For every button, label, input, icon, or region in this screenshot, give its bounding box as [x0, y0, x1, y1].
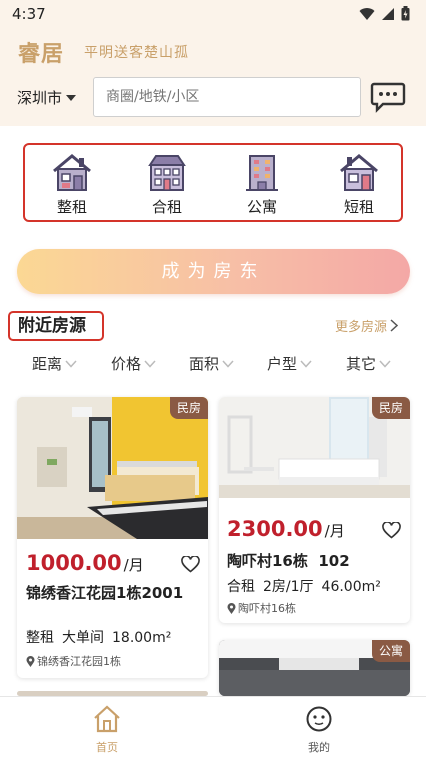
- message-button[interactable]: [370, 81, 406, 113]
- filter-price[interactable]: 价格: [111, 353, 156, 374]
- favorite-heart-icon[interactable]: [181, 556, 200, 573]
- location-pin-icon: [227, 602, 236, 614]
- tab-home[interactable]: 首页: [77, 705, 137, 755]
- header-area: 4:37 睿居 平明送客楚山孤 深圳市: [0, 0, 426, 126]
- rent-type: 合租: [227, 579, 255, 595]
- house-icon: [53, 154, 91, 191]
- filter-label: 面积: [189, 355, 220, 373]
- category-whole-rent[interactable]: 整租: [42, 153, 102, 219]
- price-unit: /月: [324, 522, 345, 540]
- dropdown-arrow-icon: [66, 94, 77, 101]
- chevron-down-icon: [65, 359, 77, 368]
- status-icons: [359, 6, 410, 21]
- filter-label: 距离: [32, 355, 63, 373]
- cellular-signal-icon: [382, 7, 394, 20]
- wifi-icon: [359, 7, 375, 20]
- category-label: 短租: [343, 198, 374, 216]
- listing-photo: 民房: [17, 397, 208, 539]
- category-label: 合租: [151, 198, 182, 216]
- listing-price: 1000.00/月: [26, 551, 144, 575]
- location-text: 锦绣香江花园1栋: [37, 655, 121, 668]
- app-slogan: 平明送客楚山孤: [84, 45, 189, 61]
- listing-location: 锦绣香江花园1栋: [26, 653, 121, 669]
- filter-label: 户型: [267, 355, 298, 373]
- listing-type-tag: 公寓: [371, 640, 410, 662]
- filter-bar: 距离 价格 面积 户型 其它: [0, 350, 426, 376]
- profile-face-icon: [306, 706, 332, 732]
- filter-label: 价格: [111, 355, 142, 373]
- favorite-heart-icon[interactable]: [382, 522, 401, 539]
- rent-type: 整租: [26, 630, 54, 646]
- chat-bubble-icon: [370, 82, 406, 113]
- tab-profile[interactable]: 我的: [289, 705, 349, 755]
- chevron-down-icon: [144, 359, 156, 368]
- filter-area[interactable]: 面积: [189, 353, 234, 374]
- city-selector[interactable]: 深圳市: [17, 87, 77, 108]
- location-pin-icon: [26, 655, 35, 667]
- apartment-icon: [246, 155, 278, 191]
- tab-label: 我的: [308, 741, 330, 754]
- status-time: 4:37: [12, 5, 46, 23]
- listing-photo: 民房: [219, 397, 410, 498]
- room-layout: 2房/1厅: [263, 579, 314, 595]
- more-listings-link[interactable]: 更多房源: [335, 316, 399, 335]
- home-icon: [94, 705, 120, 733]
- chevron-down-icon: [379, 359, 391, 368]
- city-label: 深圳市: [17, 89, 63, 107]
- category-label: 公寓: [246, 198, 277, 216]
- chevron-down-icon: [222, 359, 234, 368]
- chevron-right-icon: [390, 319, 399, 332]
- filter-distance[interactable]: 距离: [32, 353, 77, 374]
- category-short-rent[interactable]: 短租: [329, 153, 389, 219]
- shared-building-icon: [148, 155, 186, 191]
- tab-label: 首页: [96, 741, 118, 754]
- app-logo: 睿居: [18, 42, 65, 67]
- search-input[interactable]: [93, 77, 361, 117]
- category-label: 整租: [56, 198, 87, 216]
- chevron-down-icon: [300, 359, 312, 368]
- bottom-tab-bar: 首页 我的: [0, 696, 426, 757]
- battery-charging-icon: [401, 6, 410, 21]
- listing-meta: 合租 2房/1厅 46.00m²: [227, 576, 389, 596]
- listing-photo: 公寓: [219, 640, 410, 696]
- listing-card[interactable]: 公寓: [219, 640, 410, 696]
- filter-other[interactable]: 其它: [346, 353, 391, 374]
- listing-title: 陶吓村16栋 102: [227, 552, 350, 570]
- listing-meta: 整租 大单间 18.00m²: [26, 627, 179, 647]
- listing-type-tag: 民房: [371, 397, 410, 419]
- listing-title: 锦绣香江花园1栋2001: [26, 584, 184, 602]
- price-value: 2300.00: [227, 517, 323, 541]
- category-apartment[interactable]: 公寓: [232, 153, 292, 219]
- brand-row: 睿居 平明送客楚山孤: [0, 36, 426, 68]
- room-area: 46.00m²: [321, 579, 381, 595]
- listing-location: 陶吓村16栋: [227, 600, 296, 616]
- become-landlord-button[interactable]: 成为房东: [17, 249, 410, 294]
- price-unit: /月: [123, 556, 144, 574]
- room-area: 18.00m²: [112, 630, 172, 646]
- price-value: 1000.00: [26, 551, 122, 575]
- status-bar: 4:37: [0, 0, 426, 28]
- search-row: 深圳市: [0, 77, 426, 119]
- category-panel: 整租 合租 公寓 短租: [23, 143, 403, 222]
- listing-card[interactable]: 民房 1000.00/月 锦绣香江花园1栋2001 整租 大单间 18.00m² 锦…: [17, 397, 208, 678]
- room-layout: 大单间: [62, 630, 104, 646]
- listing-type-tag: 民房: [169, 397, 208, 419]
- short-stay-house-icon: [340, 154, 378, 191]
- filter-label: 其它: [346, 355, 377, 373]
- filter-layout[interactable]: 户型: [267, 353, 312, 374]
- category-shared-rent[interactable]: 合租: [137, 153, 197, 219]
- more-listings-label: 更多房源: [335, 320, 388, 335]
- nearby-section-title: 附近房源: [8, 311, 104, 341]
- listing-card[interactable]: 民房 2300.00/月 陶吓村16栋 102 合租 2房/1厅 46.00m² 陶…: [219, 397, 410, 623]
- listing-price: 2300.00/月: [227, 517, 345, 541]
- location-text: 陶吓村16栋: [238, 602, 296, 615]
